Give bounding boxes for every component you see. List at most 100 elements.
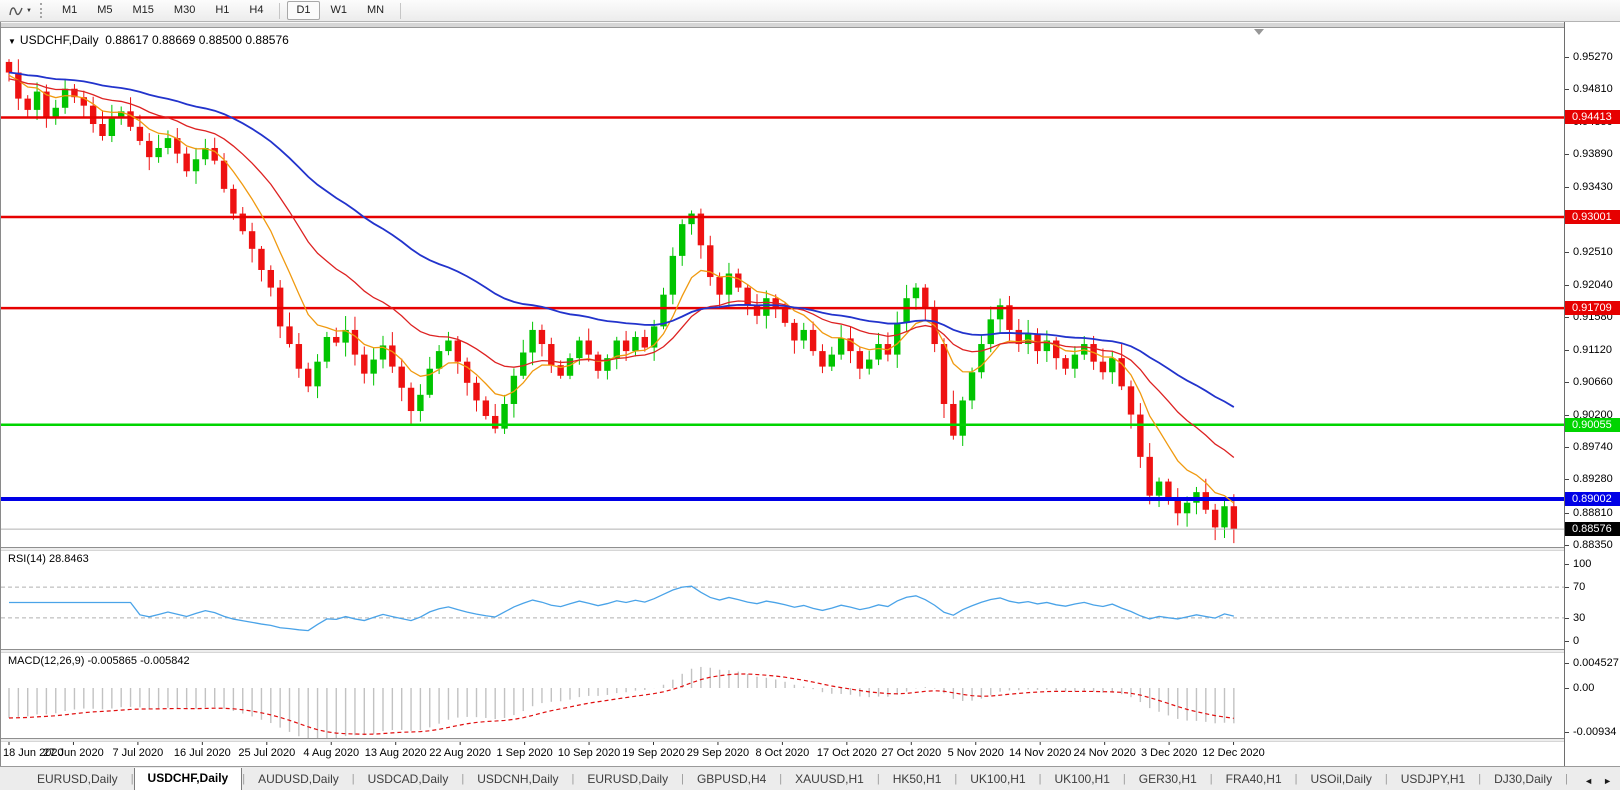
- macd-tick-label: -0.00934: [1565, 725, 1620, 739]
- tab-uk100-h1[interactable]: UK100,H1: [1042, 769, 1123, 790]
- rsi-tick-label: 30: [1565, 611, 1620, 625]
- price-tick-label: 0.89740: [1565, 440, 1620, 454]
- price-tick-label: 0.93430: [1565, 180, 1620, 194]
- macd-signal-line: [9, 674, 1234, 734]
- date-tick-label: 12 Dec 2020: [1202, 747, 1264, 759]
- toolbar-grip-handle[interactable]: [40, 3, 45, 18]
- tab-eurusd-daily[interactable]: EURUSD,Daily: [574, 769, 681, 790]
- price-tick-label: 0.94810: [1565, 82, 1620, 96]
- date-tick-label: 4 Aug 2020: [303, 747, 359, 759]
- date-tick-label: 27 Jun 2020: [43, 747, 104, 759]
- tab-xauusd-h1[interactable]: XAUUSD,H1: [782, 769, 877, 790]
- chart-tabs: EURUSD,Daily|USDCHF,Daily|AUDUSD,Daily|U…: [0, 768, 1578, 790]
- hline-price-label: 0.94413: [1565, 110, 1620, 124]
- panel-separator-macd[interactable]: [1, 649, 1620, 653]
- current-price-label: 0.88576: [1565, 522, 1620, 536]
- chart-ohlc-values: 0.88617 0.88669 0.88500 0.88576: [105, 33, 289, 47]
- timeframe-button-m15[interactable]: M15: [124, 1, 163, 20]
- date-tick-label: 10 Sep 2020: [558, 747, 620, 759]
- timeframe-button-h1[interactable]: H1: [206, 1, 238, 20]
- timeframe-button-m30[interactable]: M30: [165, 1, 204, 20]
- timeframe-button-m5[interactable]: M5: [88, 1, 121, 20]
- tab-scroll-arrows: ◄ ►: [1578, 775, 1620, 790]
- date-tick-label: 7 Jul 2020: [113, 747, 164, 759]
- toolbar-separator: [400, 3, 401, 19]
- rsi-tick-label: 100: [1565, 557, 1620, 571]
- tab-dj30-daily[interactable]: DJ30,Daily: [1481, 769, 1565, 790]
- tab-ger30-h1[interactable]: GER30,H1: [1126, 769, 1210, 790]
- date-tick-label: 1 Sep 2020: [496, 747, 552, 759]
- price-axis[interactable]: 0.952700.948100.943500.938900.934300.929…: [1564, 22, 1620, 766]
- collapse-triangle-icon[interactable]: ▼: [8, 37, 16, 46]
- date-tick-label: 19 Sep 2020: [622, 747, 684, 759]
- date-tick-label: 16 Jul 2020: [174, 747, 231, 759]
- tab-eurusd-daily[interactable]: EURUSD,Daily: [24, 769, 131, 790]
- toolbar-separator: [279, 3, 280, 19]
- timeframe-button-mn[interactable]: MN: [358, 1, 393, 20]
- price-tick-label: 0.93890: [1565, 147, 1620, 161]
- scribble-cursor-icon: [8, 4, 24, 18]
- chart-window: ▼ USDCHF,Daily 0.88617 0.88669 0.88500 0.…: [0, 22, 1620, 766]
- hline-price-label: 0.90055: [1565, 418, 1620, 432]
- tab-scroll-left-button[interactable]: ◄: [1581, 775, 1596, 787]
- chart-tab-bar: EURUSD,Daily|USDCHF,Daily|AUDUSD,Daily|U…: [0, 766, 1620, 790]
- time-axis[interactable]: 18 Jun 202027 Jun 20207 Jul 202016 Jul 2…: [1, 740, 1564, 766]
- chart-shift-marker-icon[interactable]: [1254, 29, 1264, 35]
- timeframe-buttons: M1M5M15M30H1H4 D1W1MN: [52, 0, 407, 22]
- timeframe-button-w1[interactable]: W1: [322, 1, 357, 20]
- dropdown-caret-icon: ▼: [26, 8, 32, 14]
- chart-title: ▼ USDCHF,Daily 0.88617 0.88669 0.88500 0.…: [8, 33, 289, 47]
- chart-horizontal-scrollbar[interactable]: [1, 22, 1619, 28]
- candlestick-series: [6, 59, 1237, 543]
- tab-hk50-h1[interactable]: HK50,H1: [880, 769, 955, 790]
- horizontal-lines: [1, 117, 1564, 499]
- price-tick-label: 0.89280: [1565, 472, 1620, 486]
- tab-scroll-right-button[interactable]: ►: [1600, 775, 1615, 787]
- date-tick-label: 5 Nov 2020: [948, 747, 1004, 759]
- macd-tick-label: 0.00: [1565, 681, 1620, 695]
- timeframe-toolbar: ▼ M1M5M15M30H1H4 D1W1MN: [0, 0, 1620, 22]
- date-tick-label: 8 Oct 2020: [755, 747, 809, 759]
- cursor-tool-button[interactable]: ▼: [5, 3, 35, 19]
- price-tick-label: 0.88350: [1565, 538, 1620, 552]
- date-tick-label: 22 Aug 2020: [429, 747, 491, 759]
- macd-indicator-label: MACD(12,26,9) -0.005865 -0.005842: [8, 655, 190, 667]
- rsi-tick-label: 0: [1565, 634, 1620, 648]
- timeframe-button-m1[interactable]: M1: [53, 1, 86, 20]
- rsi-tick-label: 70: [1565, 580, 1620, 594]
- price-tick-label: 0.92510: [1565, 245, 1620, 259]
- date-tick-label: 3 Dec 2020: [1141, 747, 1197, 759]
- price-tick-label: 0.90660: [1565, 375, 1620, 389]
- tab-gbpusd-h4[interactable]: GBPUSD,H4: [684, 769, 779, 790]
- panel-separator-rsi[interactable]: [1, 547, 1620, 551]
- tab-audusd-daily[interactable]: AUDUSD,Daily: [245, 769, 352, 790]
- date-tick-label: 17 Oct 2020: [817, 747, 877, 759]
- tab-uk100-h1[interactable]: UK100,H1: [957, 769, 1038, 790]
- date-tick-label: 14 Nov 2020: [1009, 747, 1071, 759]
- date-tick-label: 24 Nov 2020: [1073, 747, 1135, 759]
- tab-usdjpy-h1[interactable]: USDJPY,H1: [1388, 769, 1478, 790]
- hline-price-label: 0.89002: [1565, 492, 1620, 506]
- date-tick-label: 29 Sep 2020: [687, 747, 749, 759]
- trading-platform-window: ▼ M1M5M15M30H1H4 D1W1MN ▼ USDCHF,Daily 0.8…: [0, 0, 1620, 790]
- price-tick-label: 0.91120: [1565, 343, 1620, 357]
- chart-canvas[interactable]: [1, 22, 1620, 766]
- tab-usdcad-daily[interactable]: USDCAD,Daily: [355, 769, 462, 790]
- tab-usoil-daily[interactable]: USOil,Daily: [1298, 769, 1385, 790]
- price-tick-label: 0.92040: [1565, 278, 1620, 292]
- timeframe-button-d1[interactable]: D1: [287, 1, 319, 20]
- tab-usdchf-daily[interactable]: USDCHF,Daily: [134, 768, 243, 790]
- rsi-pane: [1, 586, 1564, 630]
- rsi-indicator-label: RSI(14) 28.8463: [8, 553, 89, 565]
- date-tick-label: 13 Aug 2020: [365, 747, 427, 759]
- timeframe-button-h4[interactable]: H4: [240, 1, 272, 20]
- rsi-line: [9, 586, 1234, 630]
- hline-price-label: 0.93001: [1565, 210, 1620, 224]
- tab-usdcnh-daily[interactable]: USDCNH,Daily: [464, 769, 571, 790]
- hline-price-label: 0.91709: [1565, 301, 1620, 315]
- macd-pane: [9, 667, 1234, 739]
- tab-fra40-h1[interactable]: FRA40,H1: [1213, 769, 1295, 790]
- chart-symbol-period: USDCHF,Daily: [20, 33, 99, 47]
- date-tick-label: 27 Oct 2020: [881, 747, 941, 759]
- tab-china300-h1[interactable]: CHINA300,H1: [1568, 769, 1578, 790]
